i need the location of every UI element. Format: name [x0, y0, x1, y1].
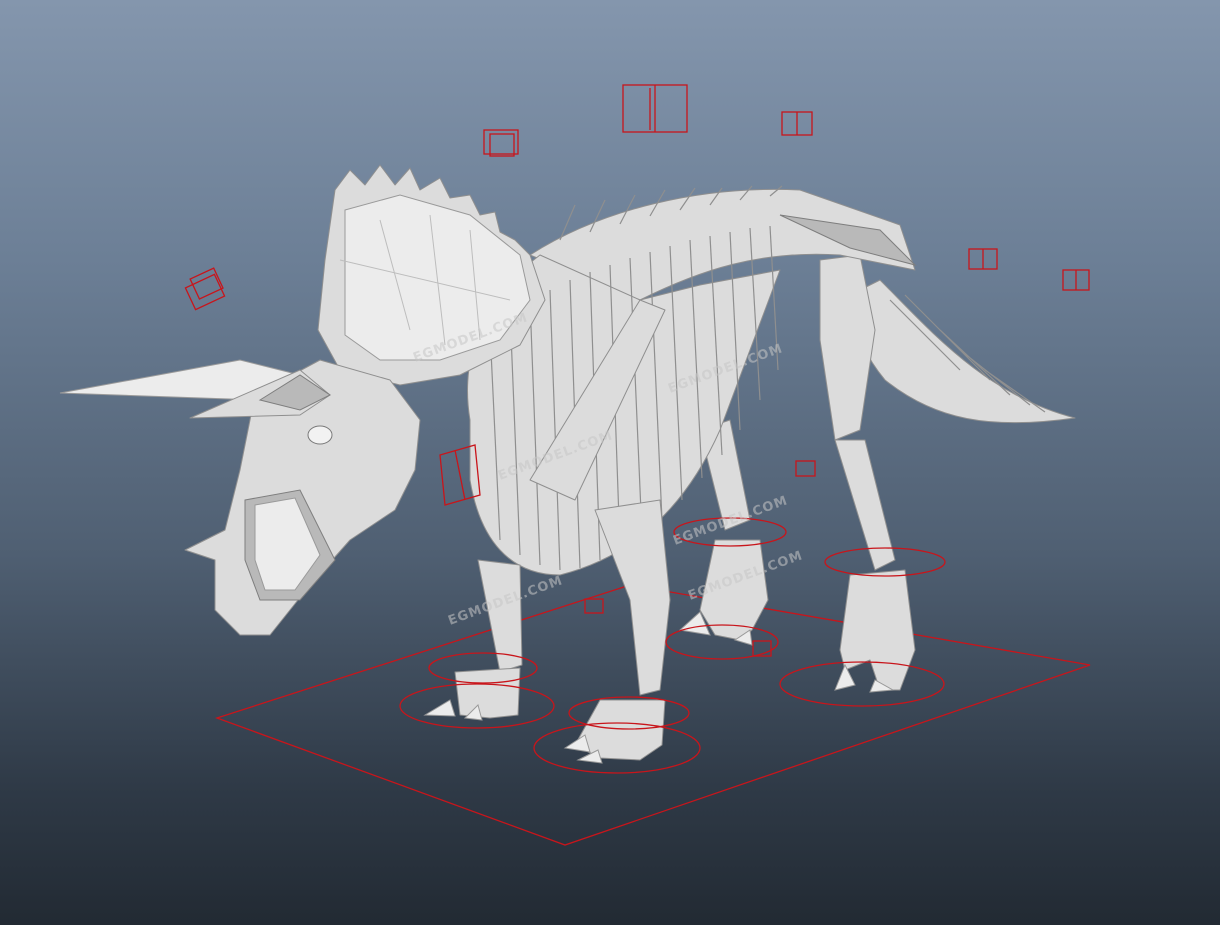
ring-hind-right-foot — [779, 661, 945, 707]
viewport-scene[interactable]: EGMODEL.COM EGMODEL.COM EGMODEL.COM EGMO… — [0, 0, 1220, 925]
maya-viewport[interactable]: EGMODEL.COM EGMODEL.COM EGMODEL.COM EGMO… — [0, 0, 1220, 925]
control-cube-spine-main — [622, 84, 688, 133]
control-cube-tail-2 — [1062, 269, 1090, 291]
eye-socket — [307, 425, 333, 445]
control-cube-hip — [795, 460, 816, 477]
control-cube-chest — [584, 598, 604, 614]
control-cube-tail-1 — [968, 248, 998, 270]
tail-vertebrae — [855, 279, 1076, 424]
control-cube-head — [483, 129, 519, 157]
horns — [59, 359, 331, 419]
control-cube-neck — [184, 267, 226, 311]
front-leg-left — [423, 559, 523, 721]
control-cube-spine-rear — [781, 111, 813, 136]
